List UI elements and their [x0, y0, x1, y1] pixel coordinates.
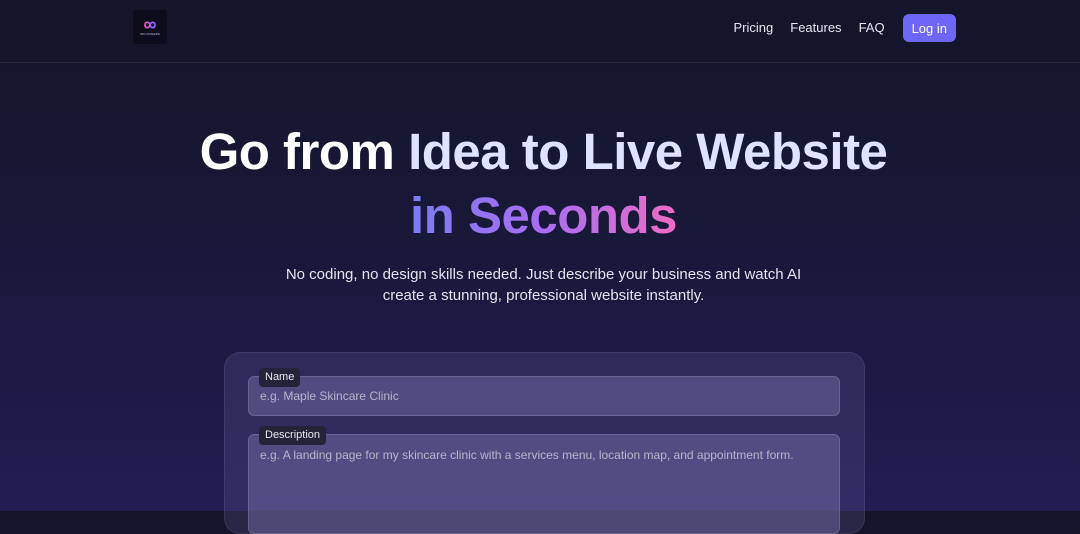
description-label: Description [259, 426, 327, 445]
name-label: Name [259, 368, 301, 387]
nav-link-faq[interactable]: FAQ [859, 14, 885, 42]
logo[interactable]: INFINIWEBS [133, 10, 167, 44]
hero-subtitle: No coding, no design skills needed. Just… [0, 264, 1080, 306]
hero-title-part1: Go from [199, 123, 409, 180]
description-field[interactable]: Description [248, 426, 840, 534]
hero-subtitle-line2: create a stunning, professional website … [382, 287, 705, 304]
nav-link-features[interactable]: Features [790, 14, 841, 42]
name-field[interactable]: Name [248, 368, 840, 416]
infinity-icon [144, 20, 156, 29]
name-input[interactable] [260, 389, 828, 403]
top-nav: INFINIWEBS Pricing Features FAQ Log in [0, 0, 1080, 63]
hero-title-part2: Idea to Live Website [408, 123, 888, 180]
description-input[interactable] [260, 448, 828, 525]
hero-title-highlight: in Seconds [410, 184, 678, 248]
nav-links: Pricing Features FAQ Log in [734, 14, 956, 42]
nav-link-pricing[interactable]: Pricing [734, 14, 774, 42]
hero-title: Go from Idea to Live Website in Seconds [0, 120, 1080, 248]
logo-text: INFINIWEBS [139, 31, 161, 36]
login-button[interactable]: Log in [902, 14, 956, 42]
website-form-card: Name Description [224, 352, 865, 534]
hero-subtitle-line1: No coding, no design skills needed. Just… [285, 266, 802, 283]
